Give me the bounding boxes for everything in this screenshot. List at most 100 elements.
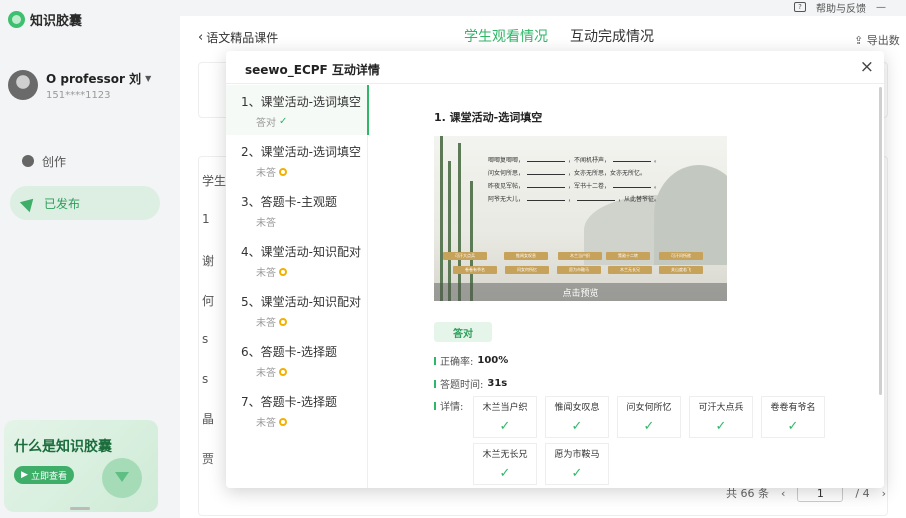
question-status: 未答 (256, 218, 276, 229)
promo-view-button[interactable]: ▶ 立即查看 (14, 466, 74, 484)
poem-fragment: ，军书十二卷， (568, 183, 611, 190)
preview-button[interactable]: 点击预览 (434, 283, 727, 301)
bamboo-illustration (440, 136, 443, 301)
table-cell-fragment: s (202, 332, 209, 346)
word-chip: 木兰当户织 (558, 252, 602, 260)
word-chip: 愿为市鞍马 (557, 266, 601, 274)
question-status: 未答 (256, 368, 276, 379)
poem-fragment: 唧唧复唧唧， (488, 157, 525, 164)
check-icon: ✓ (499, 466, 511, 481)
poem-fragment: ，从此替爷征。 (618, 196, 661, 203)
question-status: 未答 (256, 268, 276, 279)
question-status: 答对 (256, 118, 276, 129)
question-item[interactable]: 3、答题卡-主观题 未答 (226, 185, 368, 235)
export-icon: ⇪ (854, 34, 864, 47)
bamboo-illustration (458, 143, 461, 301)
answer-text: 卷卷有爷名 (770, 403, 816, 413)
modal-header: seewo_ECPF 互动详情 × (226, 51, 884, 84)
user-profile[interactable]: O professor 刘 ▼ 151****1123 (8, 70, 151, 101)
export-button[interactable]: ⇪ 导出数 (854, 32, 900, 48)
minimize-button[interactable]: — (876, 2, 886, 13)
help-feedback-link[interactable]: 帮助与反馈 (816, 0, 866, 15)
answer-text: 惟闻女叹息 (554, 403, 600, 413)
pending-icon (279, 267, 287, 276)
word-chip: 策勋十二转 (606, 252, 650, 260)
time-row: 答题时间: 31s (434, 376, 507, 391)
poem-line: 阿爷无大儿， ， ，从此替爷征。 (488, 193, 718, 206)
table-header-fragment: 学生 (202, 174, 227, 188)
nav-published-label: 已发布 (44, 196, 81, 211)
help-icon[interactable]: ? (794, 2, 806, 12)
bamboo-illustration (448, 161, 451, 301)
avatar (8, 70, 38, 100)
poem-line: 唧唧复唧唧， ，不闻机杼声， 。 (488, 154, 718, 167)
poem-fragment: 。 (654, 157, 661, 164)
question-item[interactable]: 7、答题卡-选择题 未答 (226, 385, 368, 435)
slide-preview[interactable]: 唧唧复唧唧， ，不闻机杼声， 。 问女何所思， ，女亦无所思，女亦无所忆。 昨夜见军帖… (434, 136, 727, 301)
question-item[interactable]: 4、课堂活动-知识配对 未答 (226, 235, 368, 285)
nav-published[interactable]: 已发布 (10, 186, 160, 220)
nav-create-label: 创作 (42, 154, 67, 169)
question-status: 未答 (256, 168, 276, 179)
table-cell-fragment: 晶 (202, 412, 215, 426)
table-cell-fragment: s (202, 372, 209, 386)
details-label: 详情: (440, 402, 464, 413)
pending-icon (279, 167, 287, 176)
answer-cell: 惟闻女叹息 ✓ (545, 396, 609, 438)
poem-fragment: 问女何所思， (488, 170, 525, 177)
table-cell-fragment: 何 (202, 294, 215, 308)
tab-interaction-completion[interactable]: 互动完成情况 (570, 26, 654, 46)
capsule-illustration (102, 458, 142, 498)
word-chip: 关山度若飞 (659, 266, 703, 274)
question-item[interactable]: 2、课堂活动-选词填空 未答 (226, 135, 368, 185)
caret-down-icon[interactable]: ▼ (145, 74, 151, 83)
user-name: O professor 刘 (46, 72, 142, 86)
export-label: 导出数 (866, 34, 900, 47)
send-icon (19, 193, 39, 213)
poem-line: 问女何所思， ，女亦无所思，女亦无所忆。 (488, 167, 718, 180)
close-icon[interactable]: × (860, 57, 874, 77)
nav-create[interactable]: 创作 (10, 144, 160, 178)
answer-cell: 愿为市鞍马 ✓ (545, 443, 609, 485)
chevron-left-icon: ‹ (198, 30, 204, 45)
poem-fragment: ， (568, 196, 575, 203)
create-icon (22, 155, 34, 167)
next-page-icon[interactable]: › (882, 487, 886, 500)
promo-title: 什么是知识胶囊 (14, 439, 112, 455)
table-cell-fragment: 谢 (202, 254, 215, 268)
page-total: / 4 (855, 486, 870, 500)
poem-fragment: 阿爷无大儿， (488, 196, 525, 203)
answer-cell: 可汗大点兵 ✓ (689, 396, 753, 438)
prev-page-icon[interactable]: ‹ (781, 487, 785, 500)
word-chip: 卷卷有爷名 (453, 266, 497, 274)
pending-icon (279, 417, 287, 426)
word-chip: 可汗问所欲 (659, 252, 703, 260)
answer-cell: 卷卷有爷名 ✓ (761, 396, 825, 438)
question-item[interactable]: 5、课堂活动-知识配对 未答 (226, 285, 368, 335)
word-chip: 可汗大点兵 (443, 252, 487, 260)
promo-banner[interactable]: 什么是知识胶囊 ▶ 立即查看 (4, 420, 158, 512)
question-item[interactable]: 6、答题卡-选择题 未答 (226, 335, 368, 385)
table-cell-fragment: 贾 (202, 452, 215, 466)
question-list: 1、课堂活动-选词填空 答对 ✓ 2、课堂活动-选词填空 未答 3、答题卡-主观题… (226, 85, 369, 488)
promo-button-label: 立即查看 (30, 471, 67, 482)
check-icon: ✓ (787, 419, 799, 434)
app-logo: 知识胶囊 (8, 10, 82, 29)
pending-icon (279, 317, 287, 326)
word-chip: 问女何所忆 (505, 266, 549, 274)
user-phone: 151****1123 (46, 90, 111, 101)
back-button[interactable]: ‹ 语文精品课件 (198, 29, 278, 46)
top-bar: ? 帮助与反馈 — (794, 0, 886, 15)
carousel-indicator[interactable] (70, 507, 90, 510)
tab-student-viewing[interactable]: 学生观看情况 (464, 26, 548, 55)
answer-text: 木兰无长兄 (482, 450, 528, 460)
answer-text: 愿为市鞍马 (554, 450, 600, 460)
scrollbar[interactable] (879, 87, 882, 395)
question-title: 2、课堂活动-选词填空 (241, 145, 361, 159)
details-row: 详情: (434, 398, 463, 413)
question-item[interactable]: 1、课堂活动-选词填空 答对 ✓ (226, 85, 369, 135)
poem-fragment: ，不闻机杼声， (568, 157, 611, 164)
time-value: 31s (487, 378, 508, 389)
question-title: 1、课堂活动-选词填空 (241, 95, 361, 109)
accuracy-label: 正确率: (440, 357, 474, 368)
